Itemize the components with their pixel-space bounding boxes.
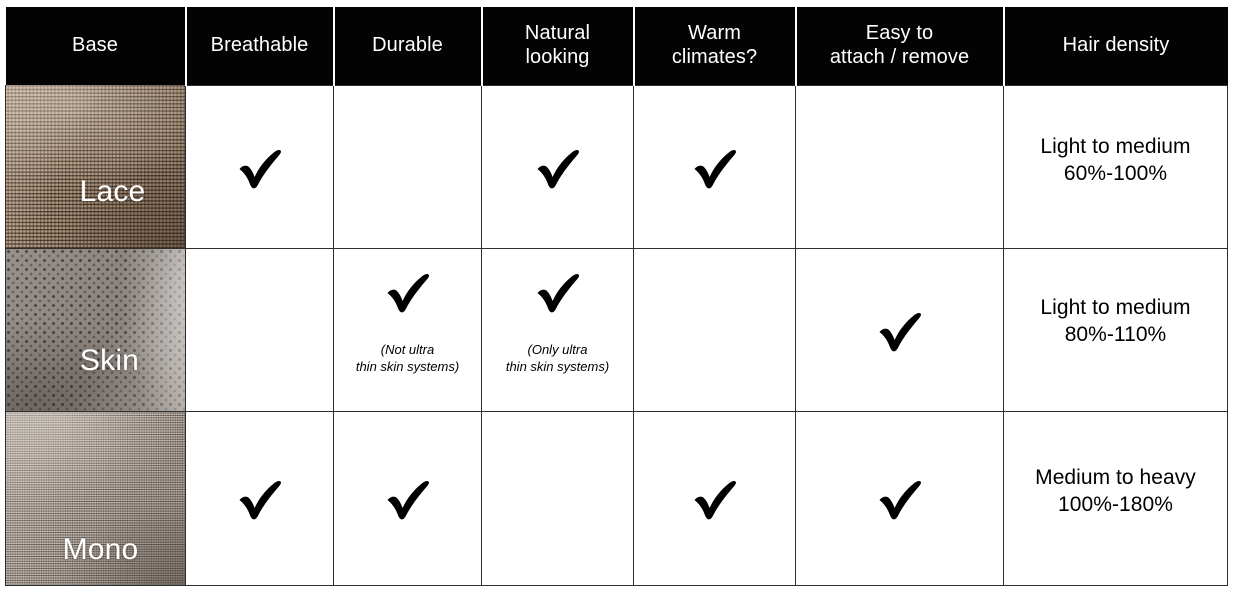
check-mark-icon xyxy=(872,302,928,358)
table-row: Skin (Not ultra thin skin systems) (Only… xyxy=(5,247,1228,412)
base-swatch-label-lace: Lace xyxy=(79,174,146,208)
header-row: Base Breathable Durable Natural looking … xyxy=(5,7,1228,85)
column-header-warm-line-2: climates? xyxy=(671,45,758,68)
table-row: Lace Light to medium 60%-100% xyxy=(5,84,1228,249)
cell-inner: (Not ultra thin skin systems) xyxy=(334,235,481,425)
cell-inner xyxy=(634,86,795,248)
cell-inner: (Only ultra thin skin systems) xyxy=(482,235,633,425)
cell-inner xyxy=(334,412,481,585)
cell-empty xyxy=(482,412,633,585)
cell-inner: Medium to heavy 100%-180% xyxy=(1004,412,1227,585)
hair-density-value: Light to medium 80%-110% xyxy=(1040,295,1191,346)
column-header-density-line-1: Hair density xyxy=(1062,33,1170,56)
hair-density-value: Medium to heavy 100%-180% xyxy=(1035,466,1196,516)
base-swatch-label-skin: Skin xyxy=(79,343,140,377)
cell-skin-durable: (Not ultra thin skin systems) xyxy=(333,247,482,412)
table-row: Mono Medium to heavy 100%-180% xyxy=(5,410,1228,586)
cell-skin-density: Light to medium 80%-110% xyxy=(1003,247,1228,412)
column-header-durable-line-1: Durable xyxy=(372,33,443,56)
cell-inner xyxy=(482,86,633,248)
cell-mono-durable xyxy=(333,410,482,586)
cell-inner xyxy=(186,86,333,248)
cell-mono-easy xyxy=(795,410,1004,586)
base-swatch-cell-skin: Skin xyxy=(5,248,186,412)
base-comparison-table: Base Breathable Durable Natural looking … xyxy=(5,7,1228,586)
base-swatch-cell-mono: Mono xyxy=(5,411,186,586)
column-header-natural-looking: Natural looking xyxy=(481,7,635,85)
cell-note: (Not ultra thin skin systems) xyxy=(355,341,460,375)
cell-skin-breathable xyxy=(185,247,334,412)
cell-lace-warm xyxy=(633,84,796,249)
cell-empty xyxy=(334,86,481,248)
base-swatch-label-mono: Mono xyxy=(62,532,139,566)
column-header-warm-climates: Warm climates? xyxy=(633,7,797,85)
cell-lace-breathable xyxy=(185,84,334,249)
cell-empty xyxy=(796,86,1003,248)
cell-lace-durable xyxy=(333,84,482,249)
column-header-warm-line-1: Warm xyxy=(688,22,741,45)
check-mark-icon xyxy=(380,263,436,319)
cell-mono-density: Medium to heavy 100%-180% xyxy=(1003,410,1228,586)
column-header-hair-density: Hair density xyxy=(1003,7,1228,85)
cell-mono-natural xyxy=(481,410,634,586)
hair-density-value: Light to medium 60%-100% xyxy=(1040,134,1191,185)
column-header-base-line-1: Base xyxy=(72,34,118,57)
column-header-base: Base xyxy=(5,7,187,85)
cell-skin-easy xyxy=(795,247,1004,412)
column-header-breathable: Breathable xyxy=(185,7,335,85)
column-header-durable: Durable xyxy=(333,7,483,85)
lace-swatch xyxy=(6,85,185,247)
check-mark-icon xyxy=(232,470,288,526)
cell-mono-breathable xyxy=(185,410,334,586)
check-mark-icon xyxy=(687,470,743,526)
column-header-natural-line-2: looking xyxy=(525,45,590,68)
skin-swatch xyxy=(6,248,185,410)
cell-empty xyxy=(634,249,795,411)
table-body: Lace Light to medium 60%-100% Skin (Not … xyxy=(5,84,1228,586)
cell-skin-natural: (Only ultra thin skin systems) xyxy=(481,247,634,412)
comparison-table-container: Base Breathable Durable Natural looking … xyxy=(5,7,1228,586)
cell-empty xyxy=(186,249,333,411)
cell-inner xyxy=(634,412,795,585)
cell-lace-easy xyxy=(795,84,1004,249)
check-mark-icon xyxy=(380,470,436,526)
cell-inner xyxy=(186,412,333,585)
cell-note: (Only ultra thin skin systems) xyxy=(505,341,610,375)
check-mark-icon xyxy=(232,139,288,195)
cell-lace-density: Light to medium 60%-100% xyxy=(1003,84,1228,249)
cell-mono-warm xyxy=(633,410,796,586)
column-header-breathable-line-1: Breathable xyxy=(210,33,309,56)
check-mark-icon xyxy=(530,263,586,319)
cell-lace-natural xyxy=(481,84,634,249)
column-header-easy-attach-remove: Easy to attach / remove xyxy=(795,7,1005,85)
skin-texture-icon xyxy=(6,248,185,410)
column-header-easy-line-1: Easy to xyxy=(865,22,934,45)
column-header-easy-line-2: attach / remove xyxy=(829,45,970,68)
cell-inner xyxy=(796,249,1003,411)
check-mark-icon xyxy=(872,470,928,526)
cell-inner xyxy=(796,412,1003,585)
cell-inner: Light to medium 60%-100% xyxy=(1004,86,1227,248)
check-mark-icon xyxy=(687,139,743,195)
lace-texture-icon xyxy=(6,85,185,247)
check-mark-icon xyxy=(530,139,586,195)
column-header-natural-line-1: Natural xyxy=(524,22,591,45)
table-header: Base Breathable Durable Natural looking … xyxy=(5,7,1228,85)
cell-inner: Light to medium 80%-110% xyxy=(1004,249,1227,411)
cell-skin-warm xyxy=(633,247,796,412)
base-swatch-cell-lace: Lace xyxy=(5,85,186,249)
